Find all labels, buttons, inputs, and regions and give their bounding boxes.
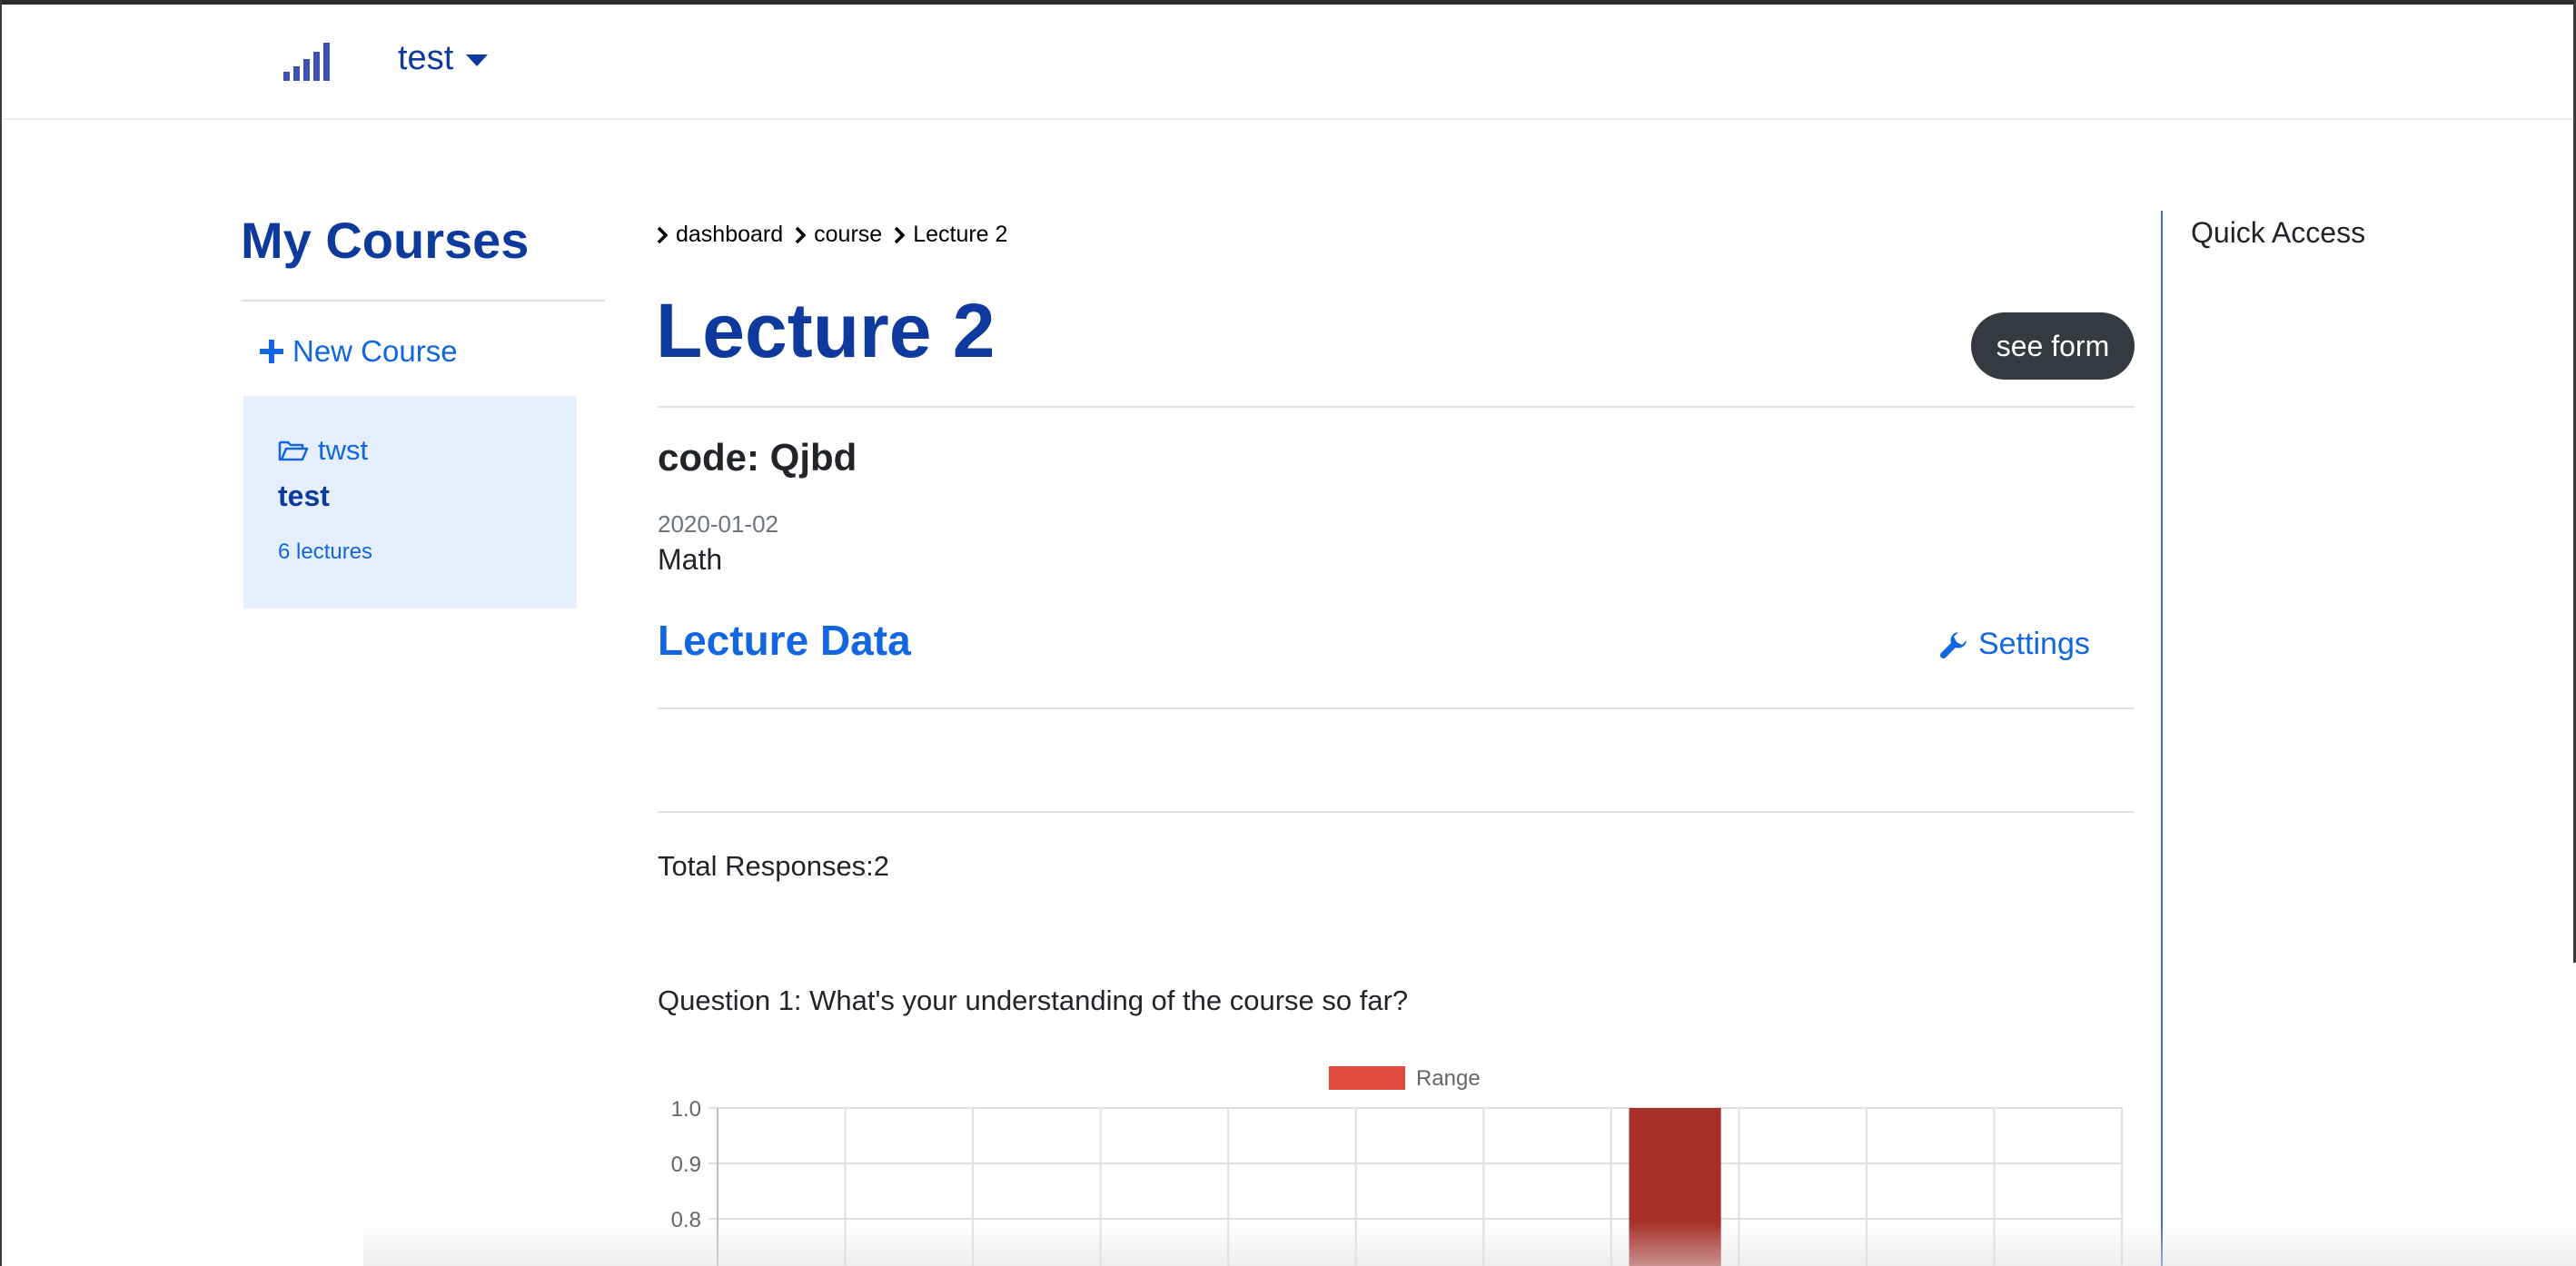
sidebar-title: My Courses: [241, 212, 530, 269]
y-tick-label: 0.9: [671, 1152, 701, 1177]
caret-down-icon: [466, 54, 489, 66]
new-course-label: New Course: [292, 334, 458, 368]
signal-bars-icon[interactable]: [282, 41, 331, 83]
folder-open-icon: [278, 440, 309, 461]
title-divider: [658, 406, 2135, 408]
section-divider: [658, 707, 2135, 709]
lecture-date: 2020-01-02: [658, 510, 778, 538]
user-dropdown-label: test: [398, 39, 454, 77]
user-dropdown[interactable]: test: [398, 39, 489, 78]
chevron-right-icon: [795, 226, 807, 243]
breadcrumb-current: Lecture 2: [913, 222, 1008, 247]
course-card[interactable]: twst test 6 lectures: [243, 396, 577, 608]
course-name: test: [278, 480, 330, 512]
lecture-data-heading: Lecture Data: [658, 617, 911, 664]
y-tick-label: 0.8: [671, 1208, 701, 1232]
section-divider: [658, 811, 2135, 813]
new-course-button[interactable]: New Course: [258, 334, 458, 369]
plus-icon: [260, 340, 283, 363]
course-lecture-count: 6 lectures: [278, 539, 373, 564]
breadcrumb: dashboard course Lecture 2: [656, 222, 1018, 248]
question-text: Question 1: What's your understanding of…: [658, 984, 1409, 1016]
chevron-right-icon: [657, 226, 669, 243]
settings-link[interactable]: Settings: [1938, 627, 2090, 662]
breadcrumb-course[interactable]: course: [814, 222, 882, 248]
y-tick-label: 1.0: [671, 1097, 701, 1122]
wrench-icon: [1939, 631, 1967, 658]
quick-access-title: Quick Access: [2191, 216, 2366, 249]
course-code: twst: [318, 434, 369, 466]
lecture-subject: Math: [658, 543, 723, 576]
window-left-border: [0, 0, 2, 1266]
breadcrumb-dashboard[interactable]: dashboard: [676, 222, 783, 248]
legend-swatch: [1329, 1066, 1405, 1090]
total-responses: Total Responses:2: [658, 850, 890, 882]
see-form-button[interactable]: see form: [1971, 312, 2135, 380]
chevron-right-icon: [894, 226, 906, 243]
page-title: Lecture 2: [656, 288, 996, 373]
response-bar-chart: Range 1.0 0.9 0.8: [671, 1066, 2123, 1266]
quick-access-divider: [2161, 211, 2163, 1266]
settings-label: Settings: [1978, 627, 2090, 661]
lecture-code: code: Qjbd: [658, 436, 857, 479]
legend-label: Range: [1416, 1066, 1481, 1091]
top-navbar: test: [2, 5, 2573, 120]
sidebar-divider: [241, 300, 605, 302]
bar: [1629, 1108, 1721, 1266]
